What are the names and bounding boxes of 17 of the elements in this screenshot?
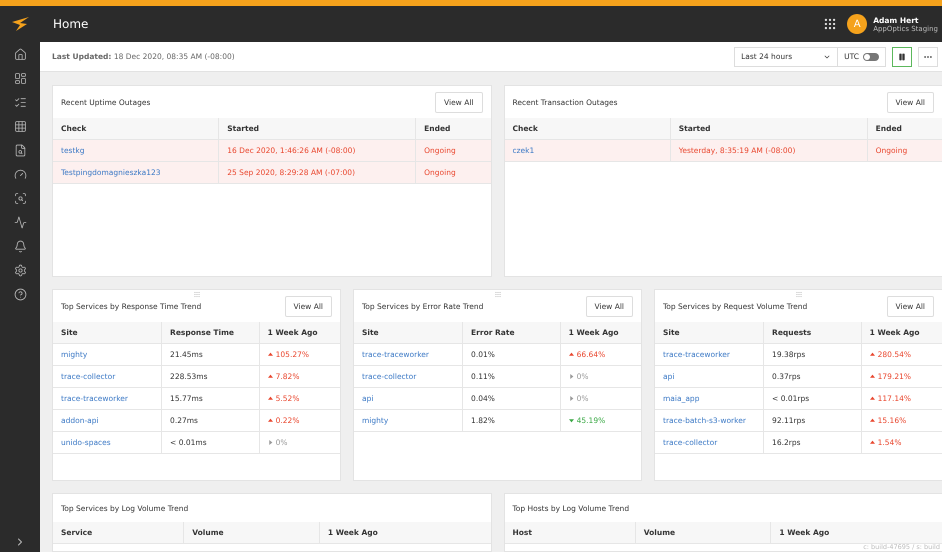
- report-icon[interactable]: [14, 144, 26, 157]
- bell-icon[interactable]: [14, 240, 26, 253]
- help-icon[interactable]: [14, 288, 26, 301]
- checklist-icon[interactable]: [14, 96, 26, 109]
- pause-icon: [898, 52, 906, 60]
- grid-icon[interactable]: [14, 120, 26, 133]
- gauge-icon[interactable]: [14, 168, 26, 181]
- logo-icon: [10, 17, 30, 31]
- pause-button[interactable]: [892, 46, 912, 66]
- utc-toggle[interactable]: [863, 52, 879, 60]
- settings-icon[interactable]: [14, 264, 26, 277]
- scan-icon[interactable]: [14, 192, 26, 205]
- page-title: Home: [53, 17, 90, 31]
- pulse-icon[interactable]: [14, 216, 26, 229]
- home-icon[interactable]: [14, 48, 26, 61]
- dashboard-icon[interactable]: [14, 72, 26, 85]
- apps-grid-icon[interactable]: [823, 17, 838, 31]
